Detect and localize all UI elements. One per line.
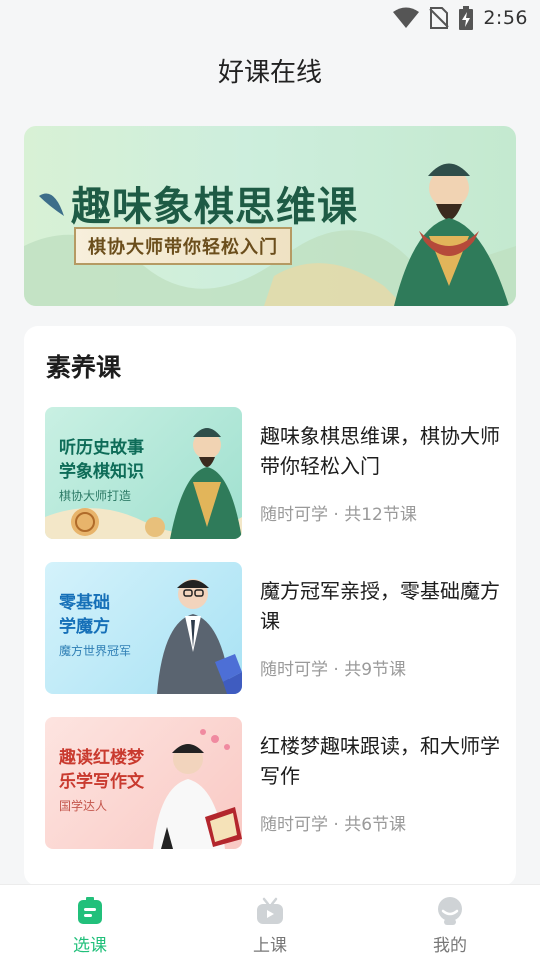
tab-course-select[interactable]: 选课 xyxy=(0,885,180,961)
course-title: 趣味象棋思维课，棋协大师带你轻松入门 xyxy=(260,424,500,478)
profile-icon xyxy=(438,897,462,925)
thumbnail-tag: 国学达人 xyxy=(59,799,108,813)
tab-class[interactable]: 上课 xyxy=(180,885,360,961)
thumbnail-tag: 魔方世界冠军 xyxy=(59,644,132,658)
thumbnail-line-1: 趣读红楼梦 xyxy=(59,748,144,768)
no-sim-icon xyxy=(429,7,450,29)
course-meta: 随时可学 · 共12节课 xyxy=(260,505,417,525)
thumbnail-line-1: 听历史故事 xyxy=(59,438,144,458)
tv-icon xyxy=(257,897,283,924)
course-card: 素养课 听历史故事 学象棋知识 棋协大师打造 趣味象棋思维课，棋协大师带你轻松入… xyxy=(24,326,516,886)
thumbnail-line-2: 乐学写作文 xyxy=(59,772,144,792)
course-title: 红楼梦趣味跟读，和大师学写作 xyxy=(260,734,500,788)
wifi-icon xyxy=(393,7,420,28)
course-meta: 随时可学 · 共6节课 xyxy=(260,815,407,835)
course-title: 魔方冠军亲授，零基础魔方课 xyxy=(260,579,500,633)
tab-label: 上课 xyxy=(253,936,287,956)
banner[interactable]: 趣味象棋思维课 棋协大师带你轻松入门 xyxy=(24,126,516,306)
course-item-red-mansion[interactable]: 趣读红楼梦 乐学写作文 国学达人 红楼梦趣味跟读，和大师学写作 随时可学 · 共… xyxy=(45,717,500,849)
course-thumbnail: 趣读红楼梦 乐学写作文 国学达人 xyxy=(45,717,242,849)
bottom-tab-bar: 选课 上课 我的 xyxy=(0,884,540,961)
tab-profile[interactable]: 我的 xyxy=(360,885,540,961)
tab-label: 选课 xyxy=(73,936,107,956)
thumbnail-line-2: 学魔方 xyxy=(59,617,110,637)
banner-subtitle-box: 棋协大师带你轻松入门 xyxy=(74,227,292,265)
status-bar: 2:56 xyxy=(0,0,540,36)
thumbnail-line-1: 零基础 xyxy=(59,593,110,613)
page-title: 好课在线 xyxy=(217,58,322,88)
thumbnail-tag: 棋协大师打造 xyxy=(59,489,132,503)
course-thumbnail: 零基础 学魔方 魔方世界冠军 xyxy=(45,562,242,694)
status-time: 2:56 xyxy=(483,7,528,29)
status-icons: 2:56 xyxy=(393,4,528,32)
section-title: 素养课 xyxy=(46,353,122,382)
battery-charging-icon xyxy=(459,6,474,30)
thumbnail-line-2: 学象棋知识 xyxy=(59,462,144,482)
banner-subtitle: 棋协大师带你轻松入门 xyxy=(88,237,278,258)
tab-label: 我的 xyxy=(433,936,467,956)
course-thumbnail: 听历史故事 学象棋知识 棋协大师打造 xyxy=(45,407,242,539)
course-item-cube[interactable]: 零基础 学魔方 魔方世界冠军 魔方冠军亲授，零基础魔方课 随时可学 · 共9节课 xyxy=(45,562,500,694)
banner-title: 趣味象棋思维课 xyxy=(71,184,358,230)
course-item-chess[interactable]: 听历史故事 学象棋知识 棋协大师打造 趣味象棋思维课，棋协大师带你轻松入门 随时… xyxy=(45,407,500,539)
course-meta: 随时可学 · 共9节课 xyxy=(260,660,407,680)
course-select-icon xyxy=(78,897,102,924)
